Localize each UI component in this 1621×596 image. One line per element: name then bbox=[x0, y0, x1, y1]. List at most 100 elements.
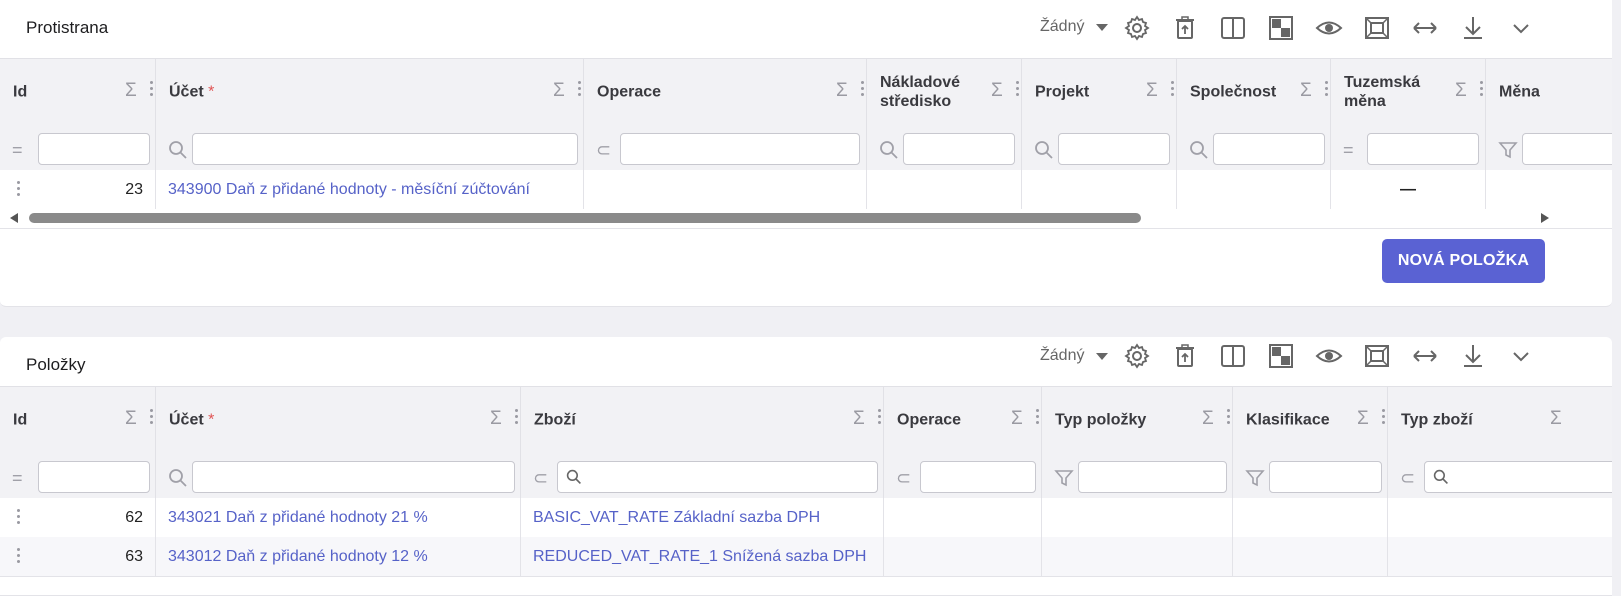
column-menu-icon[interactable] bbox=[578, 81, 582, 97]
column-header-operation[interactable]: Operace Σ bbox=[884, 387, 1042, 453]
equals-icon[interactable]: = bbox=[12, 140, 32, 160]
search-icon[interactable] bbox=[1034, 140, 1054, 160]
sigma-icon[interactable]: Σ bbox=[1011, 409, 1029, 429]
new-item-button[interactable]: NOVÁ POLOŽKA bbox=[1382, 239, 1545, 283]
column-menu-icon[interactable] bbox=[878, 409, 882, 425]
fit-icon[interactable] bbox=[1362, 13, 1392, 43]
expand-width-icon[interactable] bbox=[1410, 13, 1440, 43]
download-icon[interactable] bbox=[1458, 13, 1488, 43]
filter-cost-center-input[interactable] bbox=[903, 133, 1015, 165]
column-header-goods-type[interactable]: Typ zboží Σ bbox=[1388, 387, 1612, 453]
equals-icon[interactable]: = bbox=[12, 468, 32, 488]
subset-icon[interactable]: ⊂ bbox=[896, 468, 916, 488]
account-link[interactable]: 343021 Daň z přidané hodnoty 21 % bbox=[168, 509, 428, 526]
account-link[interactable]: 343900 Daň z přidané hodnoty - měsíční z… bbox=[168, 181, 530, 198]
column-header-id[interactable]: Id Σ bbox=[0, 387, 156, 453]
table-row[interactable]: 62 343021 Daň z přidané hodnoty 21 % BAS… bbox=[0, 498, 1612, 538]
column-header-account[interactable]: Účet * Σ bbox=[156, 387, 521, 453]
chevron-down-icon[interactable] bbox=[1096, 24, 1108, 31]
column-header-classification[interactable]: Klasifikace Σ bbox=[1233, 387, 1388, 453]
column-header-item-type[interactable]: Typ položky Σ bbox=[1042, 387, 1233, 453]
filter-id-input[interactable] bbox=[38, 461, 150, 493]
filter-account-input[interactable] bbox=[192, 133, 578, 165]
column-menu-icon[interactable] bbox=[1171, 81, 1175, 97]
account-link[interactable]: 343012 Daň z přidané hodnoty 12 % bbox=[168, 548, 428, 565]
column-header-company[interactable]: Společnost Σ bbox=[1177, 59, 1331, 125]
columns-icon[interactable] bbox=[1218, 341, 1248, 371]
sigma-icon[interactable]: Σ bbox=[991, 81, 1009, 101]
delete-icon[interactable] bbox=[1170, 341, 1200, 371]
sigma-icon[interactable]: Σ bbox=[1146, 81, 1164, 101]
columns-icon[interactable] bbox=[1218, 13, 1248, 43]
column-header-account[interactable]: Účet * Σ bbox=[156, 59, 584, 125]
table-row[interactable]: 63 343012 Daň z přidané hodnoty 12 % RED… bbox=[0, 537, 1612, 577]
filter-company-input[interactable] bbox=[1213, 133, 1325, 165]
collapse-icon[interactable] bbox=[1506, 341, 1536, 371]
equals-icon[interactable]: = bbox=[1343, 140, 1363, 160]
search-icon[interactable] bbox=[168, 468, 188, 488]
filter-goods-type-input[interactable] bbox=[1424, 461, 1612, 493]
filter-account-input[interactable] bbox=[192, 461, 515, 493]
delete-icon[interactable] bbox=[1170, 13, 1200, 43]
sigma-icon[interactable]: Σ bbox=[1357, 409, 1375, 429]
sigma-icon[interactable]: Σ bbox=[125, 81, 143, 101]
filter-icon[interactable] bbox=[1498, 140, 1518, 160]
filter-id-input[interactable] bbox=[38, 133, 150, 165]
chevron-down-icon[interactable] bbox=[1096, 353, 1108, 360]
search-icon[interactable] bbox=[168, 140, 188, 160]
filter-classification-input[interactable] bbox=[1269, 461, 1382, 493]
column-menu-icon[interactable] bbox=[1016, 81, 1020, 97]
expand-width-icon[interactable] bbox=[1410, 341, 1440, 371]
goods-link[interactable]: BASIC_VAT_RATE Základní sazba DPH bbox=[533, 509, 820, 526]
density-icon[interactable] bbox=[1266, 13, 1296, 43]
column-menu-icon[interactable] bbox=[1036, 409, 1040, 425]
search-icon[interactable] bbox=[879, 140, 899, 160]
eye-icon[interactable] bbox=[1314, 341, 1344, 371]
filter-domestic-currency-input[interactable] bbox=[1367, 133, 1479, 165]
column-header-goods[interactable]: Zboží Σ bbox=[521, 387, 884, 453]
column-header-operation[interactable]: Operace Σ bbox=[584, 59, 867, 125]
column-header-currency[interactable]: Měna bbox=[1486, 59, 1612, 125]
column-menu-icon[interactable] bbox=[1227, 409, 1231, 425]
scroll-left-icon[interactable] bbox=[10, 213, 18, 223]
subset-icon[interactable]: ⊂ bbox=[533, 468, 553, 488]
row-menu-icon[interactable] bbox=[17, 548, 21, 566]
row-menu-icon[interactable] bbox=[17, 181, 21, 199]
column-menu-icon[interactable] bbox=[1480, 81, 1484, 97]
subset-icon[interactable]: ⊂ bbox=[1400, 468, 1420, 488]
eye-icon[interactable] bbox=[1314, 13, 1344, 43]
sigma-icon[interactable]: Σ bbox=[553, 81, 571, 101]
filter-currency-input[interactable] bbox=[1522, 133, 1612, 165]
filter-operation-input[interactable] bbox=[920, 461, 1036, 493]
column-header-id[interactable]: Id Σ bbox=[0, 59, 156, 125]
column-header-cost-center[interactable]: Nákladové středisko Σ bbox=[867, 59, 1022, 125]
filter-goods-input[interactable] bbox=[557, 461, 878, 493]
gear-icon[interactable] bbox=[1122, 341, 1152, 371]
scroll-right-icon[interactable] bbox=[1541, 213, 1549, 223]
row-menu-icon[interactable] bbox=[17, 509, 21, 527]
column-header-project[interactable]: Projekt Σ bbox=[1022, 59, 1177, 125]
column-menu-icon[interactable] bbox=[150, 409, 154, 425]
collapse-icon[interactable] bbox=[1506, 13, 1536, 43]
subset-icon[interactable]: ⊂ bbox=[596, 140, 616, 160]
filter-operation-input[interactable] bbox=[620, 133, 860, 165]
fit-icon[interactable] bbox=[1362, 341, 1392, 371]
filter-icon[interactable] bbox=[1054, 468, 1074, 488]
table-row[interactable]: 23 343900 Daň z přidané hodnoty - měsíčn… bbox=[0, 170, 1612, 210]
sigma-icon[interactable]: Σ bbox=[125, 409, 143, 429]
download-icon[interactable] bbox=[1458, 341, 1488, 371]
column-menu-icon[interactable] bbox=[1382, 409, 1386, 425]
search-icon[interactable] bbox=[1189, 140, 1209, 160]
sigma-icon[interactable]: Σ bbox=[1455, 81, 1473, 101]
sigma-icon[interactable]: Σ bbox=[836, 81, 854, 101]
sigma-icon[interactable]: Σ bbox=[1550, 409, 1568, 429]
sigma-icon[interactable]: Σ bbox=[1202, 409, 1220, 429]
gear-icon[interactable] bbox=[1122, 13, 1152, 43]
column-menu-icon[interactable] bbox=[150, 81, 154, 97]
column-menu-icon[interactable] bbox=[515, 409, 519, 425]
goods-link[interactable]: REDUCED_VAT_RATE_1 Snížená sazba DPH bbox=[533, 548, 866, 565]
filter-icon[interactable] bbox=[1245, 468, 1265, 488]
scrollbar-thumb[interactable] bbox=[29, 213, 1141, 223]
column-menu-icon[interactable] bbox=[861, 81, 865, 97]
sigma-icon[interactable]: Σ bbox=[1300, 81, 1318, 101]
